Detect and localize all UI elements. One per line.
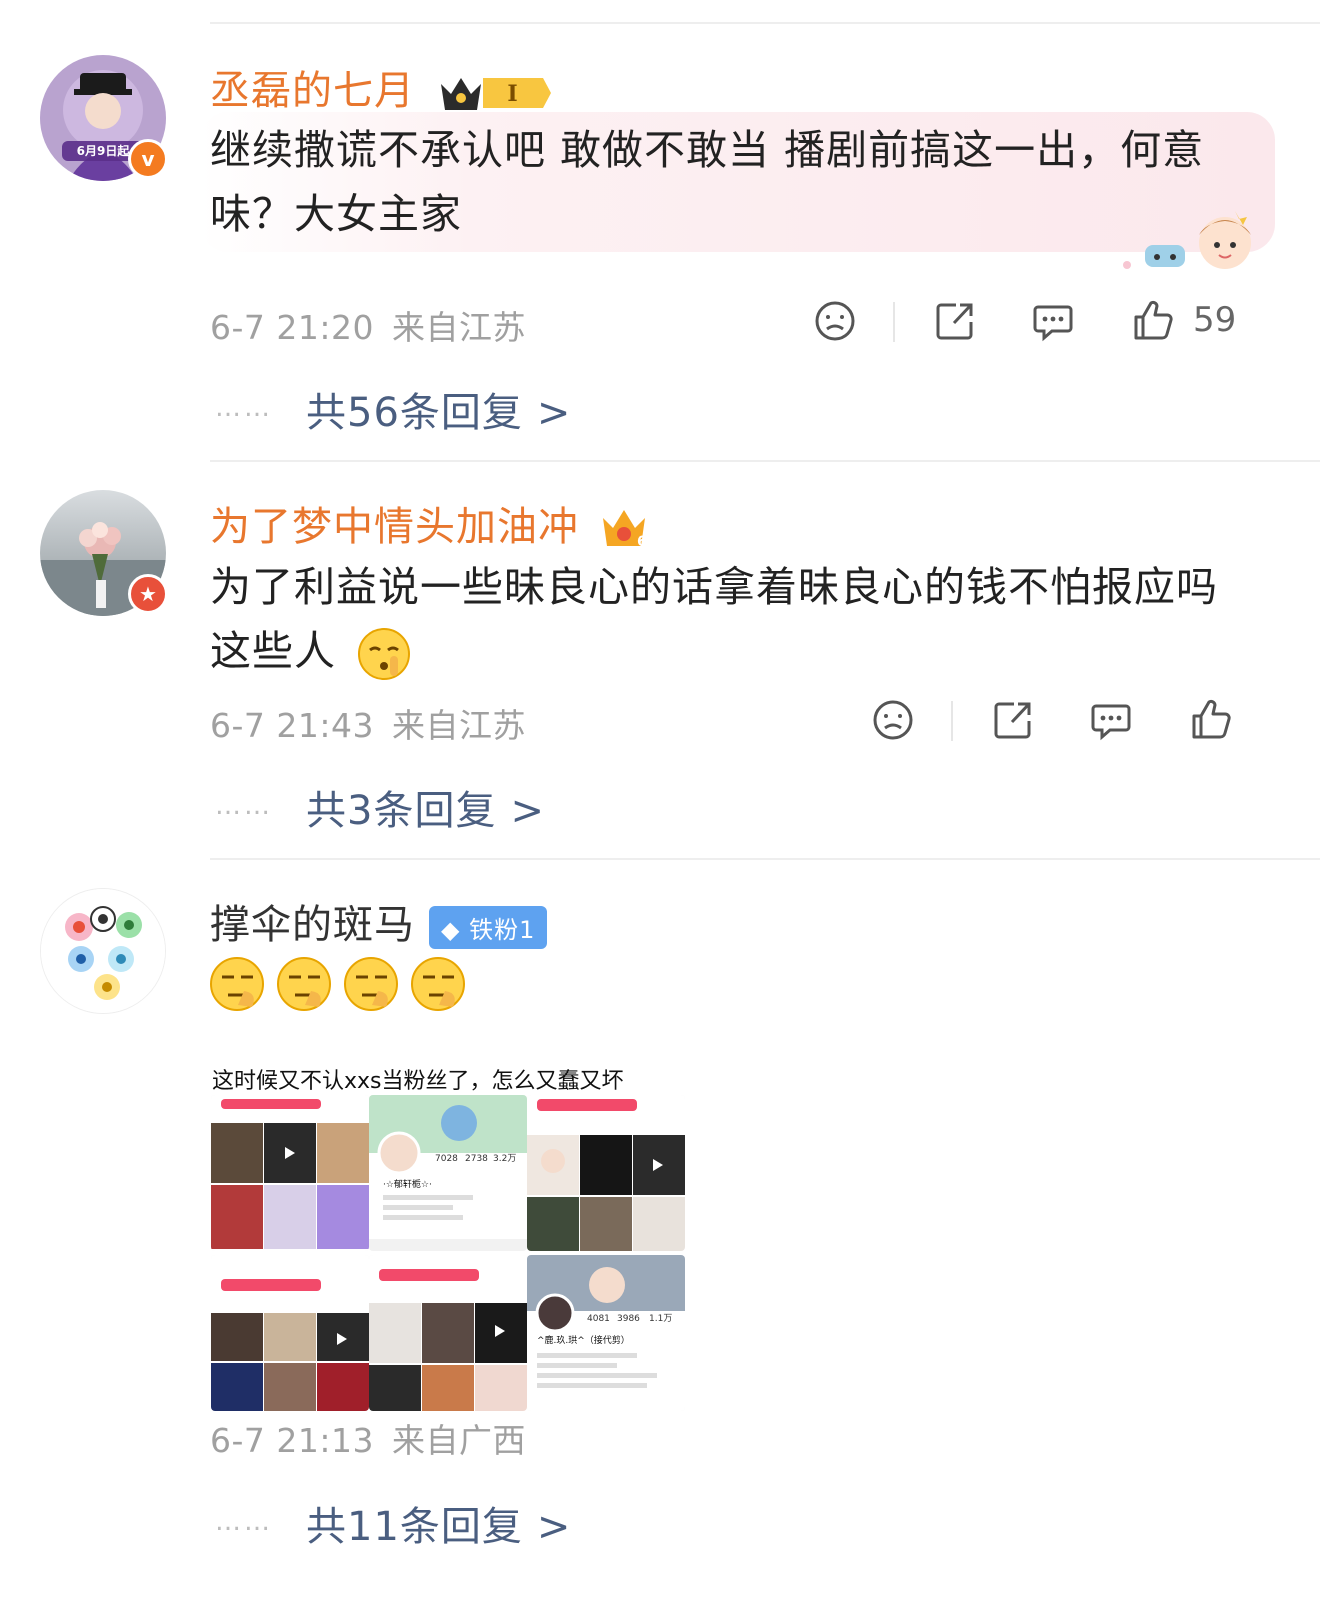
reply-dots: …… xyxy=(215,1507,273,1537)
comment-time: 6-7 21:43 xyxy=(210,706,374,745)
comment-time: 6-7 21:13 xyxy=(210,1421,374,1460)
thumbnail xyxy=(211,1255,369,1411)
reply-dots: …… xyxy=(215,791,273,821)
vip-crown-icon: I xyxy=(440,78,551,110)
comment-image[interactable]: 7028 2738 3.2万 ·☆郁轩栀☆· 4081 3986 1.1万 ^鹿… xyxy=(211,1095,698,1415)
comment-location: 来自江苏 xyxy=(392,706,526,745)
thumb-stat: 2738 xyxy=(465,1154,488,1164)
chevron-right-icon: > xyxy=(536,1504,572,1550)
like-count: 59 xyxy=(1193,300,1237,340)
comment-icon[interactable] xyxy=(1088,697,1134,743)
verified-v-icon: v xyxy=(128,139,168,179)
avatar[interactable] xyxy=(40,888,166,1014)
top-divider xyxy=(210,22,1320,24)
thinking-emoji-icon xyxy=(411,957,466,1011)
verified-star-icon: ★ xyxy=(128,574,168,614)
comment-text: 为了利益说一些昧良心的话拿着昧良心的钱不怕报应吗这些人 xyxy=(210,555,1250,683)
thumbnail: 4081 3986 1.1万 ^鹿.玖.珙^（接代剪） xyxy=(527,1255,685,1411)
comment-divider xyxy=(210,460,1320,462)
emoji-row xyxy=(208,955,467,1013)
comment-meta: 6-7 21:13 来自广西 xyxy=(210,1414,526,1462)
username[interactable]: 丞磊的七月 I xyxy=(210,58,551,116)
fan-badge: ◆ 铁粉1 xyxy=(429,905,548,949)
like-icon[interactable] xyxy=(1130,297,1176,343)
comment-icon[interactable] xyxy=(1030,298,1076,344)
thumbnail xyxy=(211,1095,369,1251)
thumb-name: ·☆郁轩栀☆· xyxy=(383,1178,432,1190)
like-icon[interactable] xyxy=(1188,696,1234,742)
thinking-emoji-icon xyxy=(210,957,264,1011)
shush-emoji-icon xyxy=(358,628,411,680)
chevron-right-icon: > xyxy=(536,390,572,436)
thinking-emoji-icon xyxy=(344,957,399,1011)
thumb-stat: 3.2万 xyxy=(493,1154,516,1164)
dislike-icon[interactable] xyxy=(812,298,858,344)
username[interactable]: 为了梦中情头加油冲 6 xyxy=(210,494,649,552)
reply-dots: …… xyxy=(215,393,273,423)
thumbnail xyxy=(369,1255,527,1411)
thumb-name: ^鹿.玖.珙^（接代剪） xyxy=(537,1334,630,1346)
avatar[interactable]: 6月9日起 v xyxy=(40,55,168,181)
avatar[interactable]: ★ xyxy=(40,490,168,616)
thumb-stat: 1.1万 xyxy=(649,1314,672,1324)
action-divider xyxy=(951,701,953,741)
username[interactable]: 撑伞的斑马 ◆ 铁粉1 xyxy=(210,892,548,950)
comment-location: 来自广西 xyxy=(392,1421,526,1460)
thumbnail: 7028 2738 3.2万 ·☆郁轩栀☆· xyxy=(369,1095,527,1251)
comment-text: 继续撒谎不承认吧 敢做不敢当 播剧前搞这一出，何意味？大女主家 xyxy=(210,126,1205,238)
comment-location: 来自江苏 xyxy=(392,308,526,347)
vip-crown-icon: 6 xyxy=(602,510,648,550)
svg-text:I: I xyxy=(507,81,518,107)
comment-meta: 6-7 21:43 来自江苏 xyxy=(210,699,526,747)
share-icon[interactable] xyxy=(990,697,1036,743)
thumb-stat: 3986 xyxy=(617,1314,640,1324)
comment-meta: 6-7 21:20 来自江苏 xyxy=(210,301,526,349)
dislike-icon[interactable] xyxy=(870,697,916,743)
view-replies-link[interactable]: 共3条回复 > xyxy=(306,778,545,836)
svg-text:6: 6 xyxy=(637,534,648,550)
action-divider xyxy=(893,302,895,342)
comment-divider xyxy=(210,858,1320,860)
chevron-right-icon: > xyxy=(510,788,545,834)
share-icon[interactable] xyxy=(932,298,978,344)
image-caption: 这时候又不认xxs当粉丝了，怎么又蠢又坏 xyxy=(212,1069,624,1094)
view-replies-link[interactable]: 共11条回复 > xyxy=(306,1494,571,1552)
thumb-stat: 4081 xyxy=(587,1314,610,1324)
view-replies-link[interactable]: 共56条回复 > xyxy=(306,380,571,438)
thumb-stat: 7028 xyxy=(435,1154,458,1164)
comment-time: 6-7 21:20 xyxy=(210,308,374,347)
avatar-label: 6月9日起 xyxy=(77,143,131,158)
thinking-emoji-icon xyxy=(277,957,332,1011)
thumbnail xyxy=(527,1095,685,1251)
